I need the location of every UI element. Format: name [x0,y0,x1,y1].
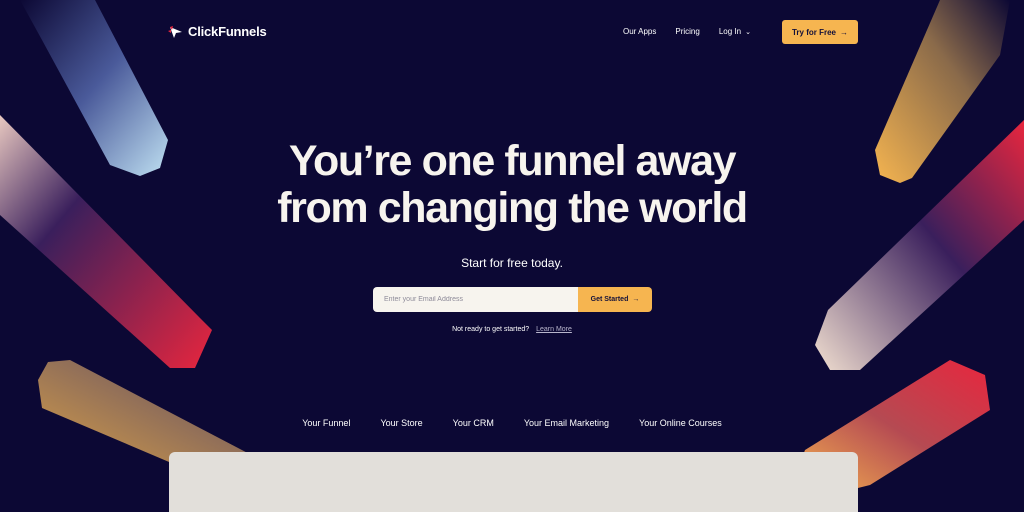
nav-link-pricing[interactable]: Pricing [675,27,699,36]
get-started-button[interactable]: Get Started → [578,287,652,312]
nav-links: Our Apps Pricing Log In ⌄ [623,27,751,36]
tab-your-crm[interactable]: Your CRM [453,418,494,428]
headline-line-1: You’re one funnel away [288,137,737,185]
arrow-right-icon: → [840,27,848,37]
chevron-down-icon: ⌄ [745,28,751,36]
product-preview-panel [169,452,858,512]
nav-link-log-in[interactable]: Log In ⌄ [719,27,751,36]
tab-your-store[interactable]: Your Store [380,418,422,428]
nav-link-our-apps[interactable]: Our Apps [623,27,656,36]
tab-your-funnel[interactable]: Your Funnel [302,418,350,428]
learn-more-link[interactable]: Learn More [536,326,572,333]
brand-name: ClickFunnels [188,24,267,39]
email-field[interactable] [373,287,578,312]
brand-logo[interactable]: ClickFunnels [168,24,267,39]
try-for-free-button[interactable]: Try for Free → [782,20,858,44]
log-in-label: Log In [718,27,742,36]
hero-subheading: Start for free today. [461,256,563,270]
secondary-cta: Not ready to get started? Learn More [0,326,1024,333]
decorative-background [0,0,1024,490]
signup-form: Get Started → [373,287,652,312]
headline-line-2: from changing the world [277,184,748,232]
try-for-free-label: Try for Free [791,27,836,37]
get-started-label: Get Started [590,296,629,303]
feature-tabs: Your Funnel Your Store Your CRM Your Ema… [0,418,1024,428]
tab-your-email-marketing[interactable]: Your Email Marketing [524,418,609,428]
tab-your-online-courses[interactable]: Your Online Courses [639,418,722,428]
not-ready-text: Not ready to get started? [452,326,530,333]
top-navigation: ClickFunnels Our Apps Pricing Log In ⌄ T… [0,20,1024,46]
clickfunnels-logo-icon [168,25,182,38]
arrow-right-icon: → [632,296,640,303]
hero-headline: You’re one funnel away from changing the… [0,138,1024,232]
hero-section: You’re one funnel away from changing the… [0,138,1024,232]
